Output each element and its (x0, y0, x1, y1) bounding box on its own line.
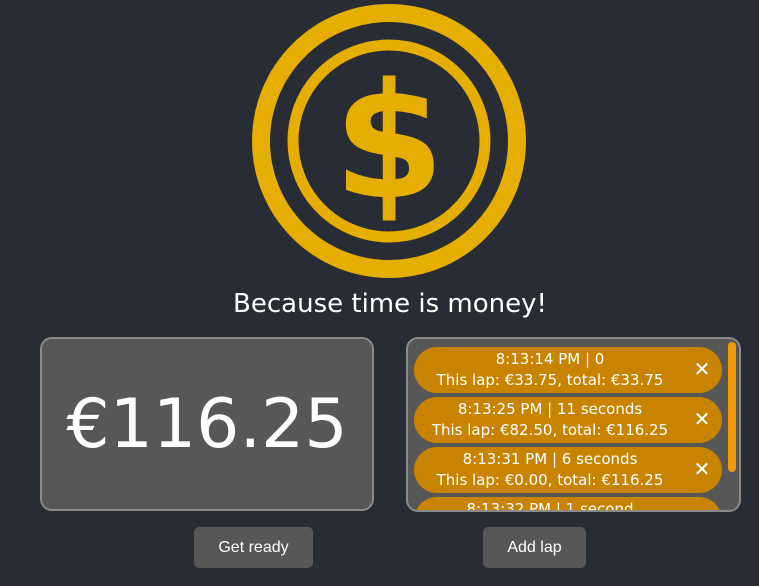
close-icon[interactable]: ✕ (692, 359, 712, 379)
close-icon[interactable]: ✕ (692, 409, 712, 429)
get-ready-button[interactable]: Get ready (194, 527, 313, 568)
laps-list: 8:13:14 PM | 0 This lap: €33.75, total: … (414, 347, 724, 512)
dollar-coin-icon: $ (252, 4, 526, 278)
lap-time: 8:13:25 PM | 11 seconds (457, 400, 643, 418)
lap-item: 8:13:25 PM | 11 seconds This lap: €82.50… (414, 397, 722, 443)
lap-item: 8:13:31 PM | 6 seconds This lap: €0.00, … (414, 447, 722, 493)
lap-totals: This lap: €0.00, total: €116.25 (436, 471, 664, 489)
lap-totals: This lap: €33.75, total: €33.75 (436, 371, 664, 389)
tagline: Because time is money! (233, 289, 547, 319)
lap-item: 8:13:32 PM | 1 second ✕ (414, 497, 722, 512)
lap-time: 8:13:31 PM | 6 seconds (462, 450, 638, 468)
amount-display: €116.25 (40, 337, 374, 511)
app: $ Because time is money! €116.25 8:13:14… (0, 0, 759, 586)
amount-value: €116.25 (66, 384, 348, 464)
close-icon[interactable]: ✕ (692, 459, 712, 479)
lap-time: 8:13:14 PM | 0 (495, 350, 605, 368)
laps-panel[interactable]: 8:13:14 PM | 0 This lap: €33.75, total: … (406, 337, 741, 512)
scrollbar[interactable] (728, 342, 736, 472)
lap-time: 8:13:32 PM | 1 second (466, 500, 634, 512)
close-icon[interactable]: ✕ (692, 509, 712, 510)
svg-text:$: $ (333, 48, 444, 235)
lap-item: 8:13:14 PM | 0 This lap: €33.75, total: … (414, 347, 722, 393)
add-lap-button[interactable]: Add lap (483, 527, 586, 568)
lap-totals: This lap: €82.50, total: €116.25 (431, 421, 669, 439)
